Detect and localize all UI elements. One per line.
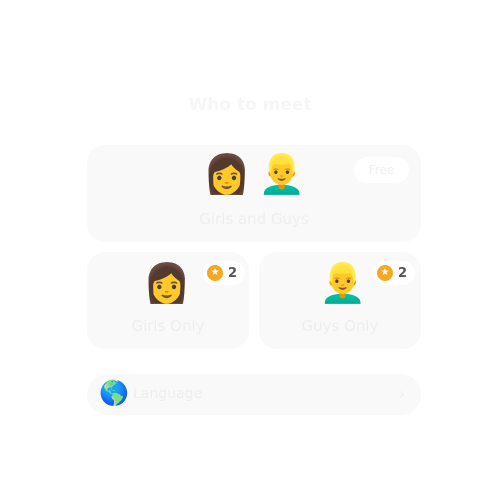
star-coin-icon: ★ [207, 265, 223, 281]
option-label: Girls Only [131, 317, 205, 335]
woman-red-hair-icon: 👩 [203, 152, 251, 196]
woman-red-hair-icon: 👩 [143, 261, 191, 305]
option-label: Guys Only [301, 317, 379, 335]
man-blond-icon: 👱‍♂️ [319, 261, 367, 305]
cost-value: 2 [398, 265, 408, 281]
language-label: Language [133, 386, 203, 402]
cost-badge: ★ 2 [373, 261, 416, 285]
cost-value: 2 [228, 265, 238, 281]
option-girls-and-guys[interactable]: 👩 👱‍♂️ Free Girls and Guys [87, 145, 421, 242]
option-label: Girls and Guys [199, 210, 309, 228]
star-coin-icon: ★ [377, 265, 393, 281]
chevron-right-icon: › [398, 384, 405, 403]
man-blond-icon: 👱‍♂️ [258, 152, 306, 196]
free-badge: Free [354, 157, 409, 183]
option-girls-only[interactable]: 👩 ★ 2 Girls Only [87, 252, 249, 349]
option-guys-only[interactable]: 👱‍♂️ ★ 2 Guys Only [259, 252, 421, 349]
globe-icon: 🌎 [99, 379, 129, 407]
cost-badge: ★ 2 [203, 261, 246, 285]
page-title: Who to meet [188, 95, 312, 115]
language-selector[interactable]: 🌎 Language › [87, 374, 421, 415]
